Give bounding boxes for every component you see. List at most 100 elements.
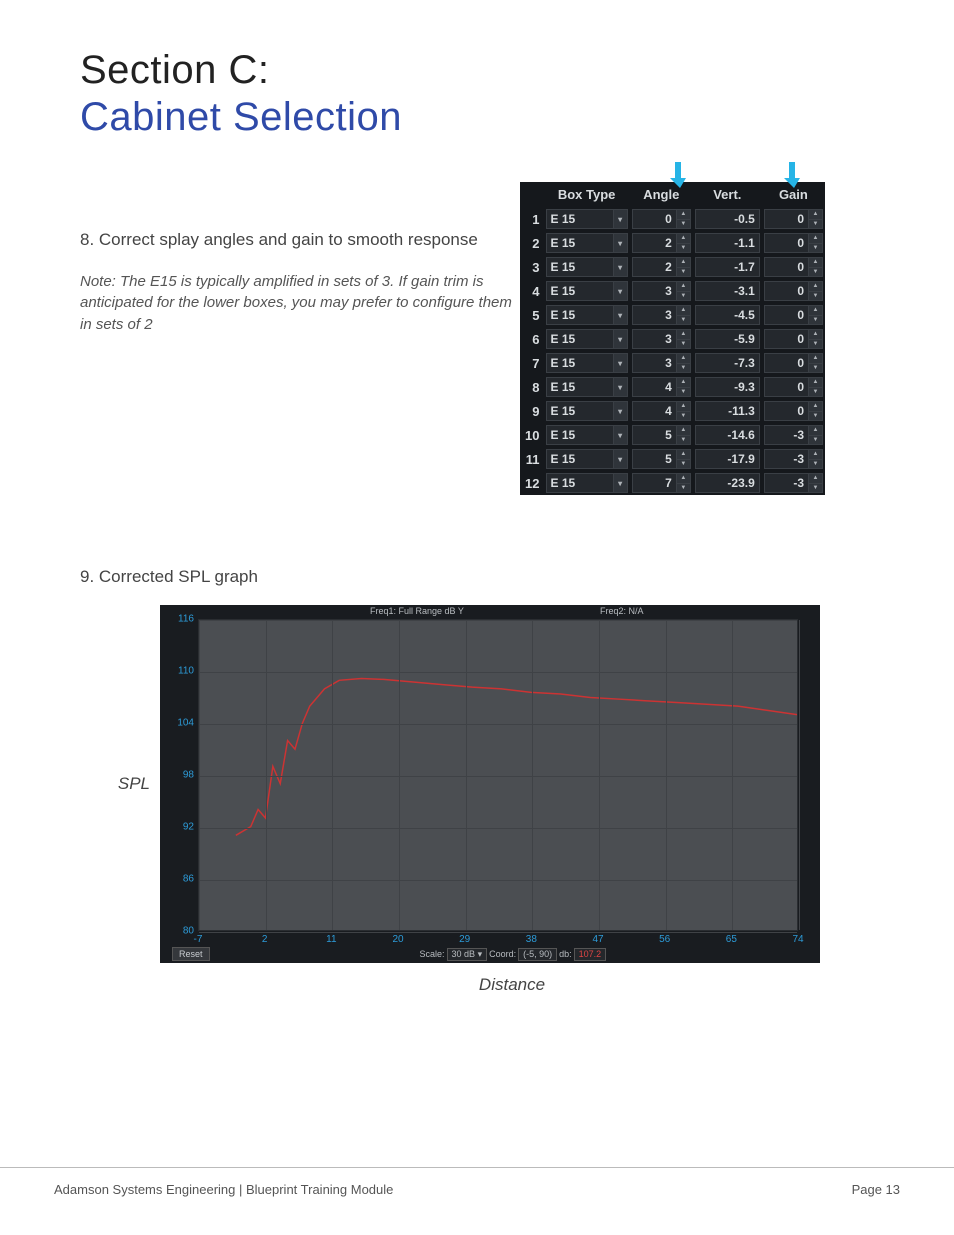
caret-down-icon[interactable]: ▼	[677, 292, 690, 301]
box-type-select[interactable]: E 15▾	[546, 329, 628, 349]
caret-down-icon[interactable]: ▼	[677, 460, 690, 469]
angle-stepper[interactable]: 7▲▼	[632, 473, 691, 493]
box-type-select[interactable]: E 15▾	[546, 281, 628, 301]
box-type-select[interactable]: E 15▾	[546, 233, 628, 253]
table-row: 10E 15▾5▲▼-14.6-3▲▼	[520, 423, 825, 447]
angle-stepper[interactable]: 2▲▼	[632, 257, 691, 277]
caret-down-icon[interactable]: ▼	[809, 268, 822, 277]
y-tick: 80	[172, 926, 194, 937]
gain-stepper[interactable]: 0▲▼	[764, 353, 823, 373]
row-index: 9	[520, 399, 544, 423]
caret-up-icon[interactable]: ▲	[809, 402, 822, 412]
gain-stepper[interactable]: 0▲▼	[764, 401, 823, 421]
caret-up-icon[interactable]: ▲	[677, 354, 690, 364]
caret-up-icon[interactable]: ▲	[677, 234, 690, 244]
caret-down-icon[interactable]: ▼	[809, 412, 822, 421]
angle-stepper[interactable]: 5▲▼	[632, 425, 691, 445]
angle-stepper[interactable]: 3▲▼	[632, 329, 691, 349]
box-type-select[interactable]: E 15▾	[546, 425, 628, 445]
caret-up-icon[interactable]: ▲	[677, 402, 690, 412]
box-type-select[interactable]: E 15▾	[546, 401, 628, 421]
caret-up-icon[interactable]: ▲	[677, 378, 690, 388]
gain-stepper[interactable]: -3▲▼	[764, 473, 823, 493]
table-row: 2E 15▾2▲▼-1.10▲▼	[520, 231, 825, 255]
caret-down-icon[interactable]: ▼	[677, 436, 690, 445]
angle-stepper[interactable]: 3▲▼	[632, 305, 691, 325]
caret-up-icon[interactable]: ▲	[809, 378, 822, 388]
caret-up-icon[interactable]: ▲	[677, 306, 690, 316]
caret-down-icon[interactable]: ▼	[677, 364, 690, 373]
caret-up-icon[interactable]: ▲	[677, 282, 690, 292]
box-type-select[interactable]: E 15▾	[546, 473, 628, 493]
caret-down-icon[interactable]: ▼	[809, 220, 822, 229]
gain-stepper[interactable]: 0▲▼	[764, 257, 823, 277]
caret-down-icon[interactable]: ▼	[809, 436, 822, 445]
caret-down-icon[interactable]: ▼	[677, 412, 690, 421]
gain-stepper[interactable]: 0▲▼	[764, 377, 823, 397]
box-type-select[interactable]: E 15▾	[546, 305, 628, 325]
angle-stepper[interactable]: 5▲▼	[632, 449, 691, 469]
caret-down-icon[interactable]: ▼	[677, 268, 690, 277]
caret-down-icon[interactable]: ▼	[809, 292, 822, 301]
gain-stepper[interactable]: 0▲▼	[764, 329, 823, 349]
x-tick: 74	[792, 934, 803, 945]
y-tick: 92	[172, 822, 194, 833]
caret-down-icon[interactable]: ▼	[677, 340, 690, 349]
box-type-select[interactable]: E 15▾	[546, 209, 628, 229]
y-tick: 98	[172, 770, 194, 781]
caret-up-icon[interactable]: ▲	[677, 210, 690, 220]
coord-label: Coord:	[489, 949, 516, 959]
section-title: Cabinet Selection	[80, 95, 884, 140]
angle-stepper[interactable]: 4▲▼	[632, 377, 691, 397]
gain-stepper[interactable]: 0▲▼	[764, 209, 823, 229]
caret-up-icon[interactable]: ▲	[809, 474, 822, 484]
caret-up-icon[interactable]: ▲	[809, 450, 822, 460]
caret-down-icon[interactable]: ▼	[809, 340, 822, 349]
caret-up-icon[interactable]: ▲	[809, 282, 822, 292]
angle-stepper[interactable]: 0▲▼	[632, 209, 691, 229]
box-type-select[interactable]: E 15▾	[546, 257, 628, 277]
caret-down-icon[interactable]: ▼	[809, 388, 822, 397]
caret-down-icon[interactable]: ▼	[677, 220, 690, 229]
caret-up-icon[interactable]: ▲	[809, 258, 822, 268]
caret-up-icon[interactable]: ▲	[809, 306, 822, 316]
footer-left: Adamson Systems Engineering | Blueprint …	[54, 1182, 393, 1197]
box-type-select[interactable]: E 15▾	[546, 353, 628, 373]
caret-down-icon[interactable]: ▼	[809, 460, 822, 469]
caret-up-icon[interactable]: ▲	[809, 330, 822, 340]
caret-up-icon[interactable]: ▲	[677, 450, 690, 460]
box-type-select[interactable]: E 15▾	[546, 377, 628, 397]
caret-up-icon[interactable]: ▲	[677, 258, 690, 268]
table-row: 4E 15▾3▲▼-3.10▲▼	[520, 279, 825, 303]
col-vert: Vert.	[693, 182, 762, 207]
caret-up-icon[interactable]: ▲	[809, 426, 822, 436]
caret-up-icon[interactable]: ▲	[677, 330, 690, 340]
caret-up-icon[interactable]: ▲	[809, 234, 822, 244]
caret-down-icon[interactable]: ▼	[677, 244, 690, 253]
gain-stepper[interactable]: 0▲▼	[764, 233, 823, 253]
caret-up-icon[interactable]: ▲	[677, 426, 690, 436]
gain-stepper[interactable]: -3▲▼	[764, 449, 823, 469]
caret-down-icon[interactable]: ▼	[677, 484, 690, 493]
angle-stepper[interactable]: 2▲▼	[632, 233, 691, 253]
caret-down-icon[interactable]: ▼	[677, 388, 690, 397]
caret-down-icon[interactable]: ▼	[677, 316, 690, 325]
reset-button[interactable]: Reset	[172, 947, 210, 961]
caret-down-icon[interactable]: ▼	[809, 484, 822, 493]
gain-stepper[interactable]: 0▲▼	[764, 281, 823, 301]
caret-up-icon[interactable]: ▲	[677, 474, 690, 484]
caret-down-icon[interactable]: ▼	[809, 364, 822, 373]
gain-stepper[interactable]: 0▲▼	[764, 305, 823, 325]
angle-stepper[interactable]: 3▲▼	[632, 353, 691, 373]
scale-select[interactable]: 30 dB ▾	[447, 948, 488, 961]
angle-stepper[interactable]: 3▲▼	[632, 281, 691, 301]
caret-up-icon[interactable]: ▲	[809, 354, 822, 364]
angle-stepper[interactable]: 4▲▼	[632, 401, 691, 421]
box-type-select[interactable]: E 15▾	[546, 449, 628, 469]
x-tick: 11	[326, 934, 336, 945]
gain-stepper[interactable]: -3▲▼	[764, 425, 823, 445]
caret-up-icon[interactable]: ▲	[809, 210, 822, 220]
caret-down-icon[interactable]: ▼	[809, 316, 822, 325]
y-tick: 86	[172, 874, 194, 885]
caret-down-icon[interactable]: ▼	[809, 244, 822, 253]
